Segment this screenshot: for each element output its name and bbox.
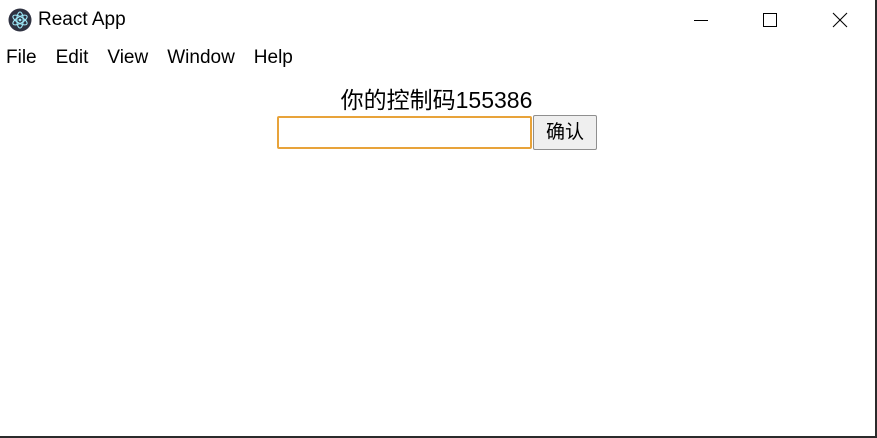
menu-item-view[interactable]: View — [101, 44, 148, 72]
minimize-icon — [693, 12, 709, 28]
menu-bar: File Edit View Window Help — [0, 44, 306, 72]
code-form: 确认 — [277, 115, 597, 150]
electron-app-icon — [8, 8, 32, 32]
maximize-icon — [762, 12, 778, 28]
minimize-button[interactable] — [666, 0, 736, 39]
menu-item-edit[interactable]: Edit — [50, 44, 89, 72]
window-title: React App — [38, 9, 126, 30]
app-window: React App File Edit View Window Help 你的控… — [0, 0, 877, 438]
control-code-text: 你的控制码155386 — [340, 87, 533, 113]
menu-item-help[interactable]: Help — [248, 44, 293, 72]
menu-item-window[interactable]: Window — [161, 44, 235, 72]
code-input[interactable] — [277, 116, 532, 149]
menu-item-file[interactable]: File — [0, 44, 37, 72]
confirm-button[interactable]: 确认 — [533, 115, 597, 150]
title-bar[interactable]: React App — [0, 0, 875, 39]
close-button[interactable] — [805, 0, 875, 39]
maximize-button[interactable] — [735, 0, 805, 39]
close-icon — [832, 12, 848, 28]
